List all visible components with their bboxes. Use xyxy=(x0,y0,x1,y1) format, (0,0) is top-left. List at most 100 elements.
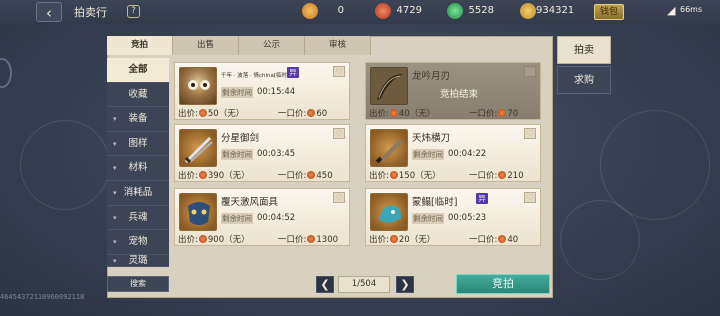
coin-icon xyxy=(389,109,398,117)
buyout-value: 210 xyxy=(507,171,524,181)
bid-price: 出价: 150（无） xyxy=(369,169,441,181)
bid-value: 900（无） xyxy=(207,235,250,245)
wallet-button[interactable]: 钱包 xyxy=(594,4,624,20)
listing-card[interactable]: 蒙鳎[临时] 异 ♡ 剩余时间 00:05:23 出价: 20（无） 一口价: 40 xyxy=(365,188,541,246)
bid-price: 出价: 40（无） xyxy=(369,107,435,119)
category-materials[interactable]: ▾ 材料 xyxy=(107,156,169,181)
listing-card[interactable]: 天炜横刀 ♡ 剩余时间 00:04:22 出价: 150（无） 一口价: 210 xyxy=(365,124,541,182)
bid-prefix: 出价: xyxy=(369,109,389,119)
category-label: 宠物 xyxy=(128,236,148,248)
category-label: 装备 xyxy=(128,113,148,125)
time-label: 剩余时间 xyxy=(412,213,444,224)
tab-review[interactable]: 审核 xyxy=(305,36,371,55)
side-tab-wanted[interactable]: 求购 xyxy=(557,66,611,94)
time-label: 剩余时间 xyxy=(221,213,253,224)
trace-id: 46454372110960092118 xyxy=(0,293,85,301)
category-weapon-souls[interactable]: ▾ 兵魂 xyxy=(107,205,169,231)
broadsword-icon xyxy=(370,129,408,167)
search-button[interactable]: 搜索 xyxy=(107,276,169,292)
time-remaining: 00:04:22 xyxy=(448,149,487,159)
category-favorites[interactable]: 收藏 xyxy=(107,82,169,108)
buyout-prefix: 一口价: xyxy=(278,235,307,245)
listing-card[interactable]: 覆天激风面具 ♡ 剩余时间 00:04:52 出价: 900（无） 一口价: 130… xyxy=(174,188,350,246)
wifi-icon: ◢ xyxy=(667,4,676,17)
next-page-button[interactable]: ❯ xyxy=(396,276,414,293)
favorite-icon[interactable]: ♡ xyxy=(524,192,536,203)
chevron-down-icon: ▾ xyxy=(113,115,117,124)
category-pets[interactable]: ▾ 宠物 xyxy=(107,230,169,255)
favorite-icon[interactable]: ♡ xyxy=(333,66,345,77)
red-orb-icon xyxy=(375,3,391,19)
crescent-blade-icon xyxy=(370,67,408,105)
category-all[interactable]: 全部 xyxy=(107,58,169,83)
prev-page-button[interactable]: ❮ xyxy=(316,276,334,293)
category-patterns[interactable]: ▾ 图样 xyxy=(107,131,169,157)
item-name: 蒙鳎[临时] xyxy=(412,197,458,208)
mask-icon xyxy=(179,193,217,231)
buyout-price: 一口价: 210 xyxy=(469,169,524,181)
coin-icon xyxy=(198,109,207,117)
category-consumables[interactable]: ▾ 消耗品 xyxy=(107,180,169,206)
back-button[interactable]: ‹ xyxy=(36,2,62,22)
owl-icon xyxy=(179,67,217,105)
category-spirit[interactable]: ▾ 灵璐 xyxy=(107,254,169,267)
chevron-down-icon: ▾ xyxy=(113,256,117,265)
time-remaining: 00:05:23 xyxy=(448,213,487,223)
listing-card[interactable]: 分星御剑 ♡ 剩余时间 00:03:45 出价: 390（无） 一口价: 450 xyxy=(174,124,350,182)
auction-ended-label: 竞拍结束 xyxy=(440,89,479,100)
buyout-prefix: 一口价: xyxy=(469,109,498,119)
buyout-prefix: 一口价: xyxy=(469,235,498,245)
page-indicator: 1/504 xyxy=(338,276,390,293)
buyout-value: 60 xyxy=(316,109,328,119)
tab-bid[interactable]: 竞拍 xyxy=(107,36,173,55)
auction-tabs: 竞拍 出售 公示 审核 xyxy=(107,36,371,55)
favorite-icon[interactable]: ♡ xyxy=(333,192,345,203)
time-label: 剩余时间 xyxy=(412,149,444,160)
bid-value: 390（无） xyxy=(207,171,250,181)
category-label: 收藏 xyxy=(128,88,148,100)
item-name: 分星御剑 xyxy=(221,133,260,144)
bid-button[interactable]: 竞拍 xyxy=(456,274,550,294)
bid-price: 出价: 50（无） xyxy=(178,107,244,119)
coin-icon xyxy=(498,109,507,117)
side-ornament xyxy=(0,58,12,88)
favorite-icon[interactable]: ♡ xyxy=(524,128,536,139)
currency-gold-value: 934321 xyxy=(536,5,575,16)
category-label: 灵璐 xyxy=(128,254,148,266)
category-label: 全部 xyxy=(128,64,148,75)
favorite-icon[interactable]: ♡ xyxy=(333,128,345,139)
bid-price: 出价: 20（无） xyxy=(369,233,435,245)
coin-icon xyxy=(307,109,316,117)
category-label: 消耗品 xyxy=(123,186,153,198)
side-tab-auction[interactable]: 拍卖 xyxy=(557,36,611,64)
favorite-icon[interactable]: ♡ xyxy=(524,66,536,77)
buyout-price: 一口价: 450 xyxy=(278,169,333,181)
bid-prefix: 出价: xyxy=(178,235,198,245)
buyout-price: 一口价: 70 xyxy=(469,107,518,119)
time-remaining: 00:04:52 xyxy=(257,213,296,223)
bid-value: 20（无） xyxy=(398,235,436,245)
currency-orb-value: 4729 xyxy=(396,5,422,16)
tab-sell[interactable]: 出售 xyxy=(173,36,239,55)
item-name: 覆天激风面具 xyxy=(221,197,279,208)
buyout-value: 1300 xyxy=(316,235,339,245)
listing-card[interactable]: 千年 · 波落 · 情china[临时] 异 ♡ 剩余时间 00:15:44 出… xyxy=(174,62,350,120)
category-sidebar: 全部 收藏 ▾ 装备 ▾ 图样 ▾ 材料 ▾ 消耗品 ▾ 兵魂 ▾ 宠物 ▾ 灵璐 xyxy=(107,58,169,267)
coin-icon xyxy=(307,171,316,179)
coin-icon xyxy=(198,235,207,243)
currency-jade-value: 5528 xyxy=(468,5,494,16)
buyout-price: 一口价: 40 xyxy=(469,233,518,245)
time-remaining: 00:15:44 xyxy=(257,87,296,97)
variant-badge: 异 xyxy=(287,67,299,78)
buyout-price: 一口价: 1300 xyxy=(278,233,338,245)
category-label: 材料 xyxy=(128,162,148,174)
category-equipment[interactable]: ▾ 装备 xyxy=(107,107,169,132)
tab-public[interactable]: 公示 xyxy=(239,36,305,55)
item-name: 龙吟月刃 xyxy=(412,71,451,82)
chevron-down-icon: ▾ xyxy=(113,213,117,222)
coin-icon xyxy=(389,171,398,179)
help-icon[interactable]: ? xyxy=(127,5,140,18)
listing-card[interactable]: 龙吟月刃 ♡ 竞拍结束 出价: 40（无） 一口价: 70 xyxy=(365,62,541,120)
background-pattern xyxy=(560,200,640,280)
chevron-down-icon: ▾ xyxy=(113,139,117,148)
